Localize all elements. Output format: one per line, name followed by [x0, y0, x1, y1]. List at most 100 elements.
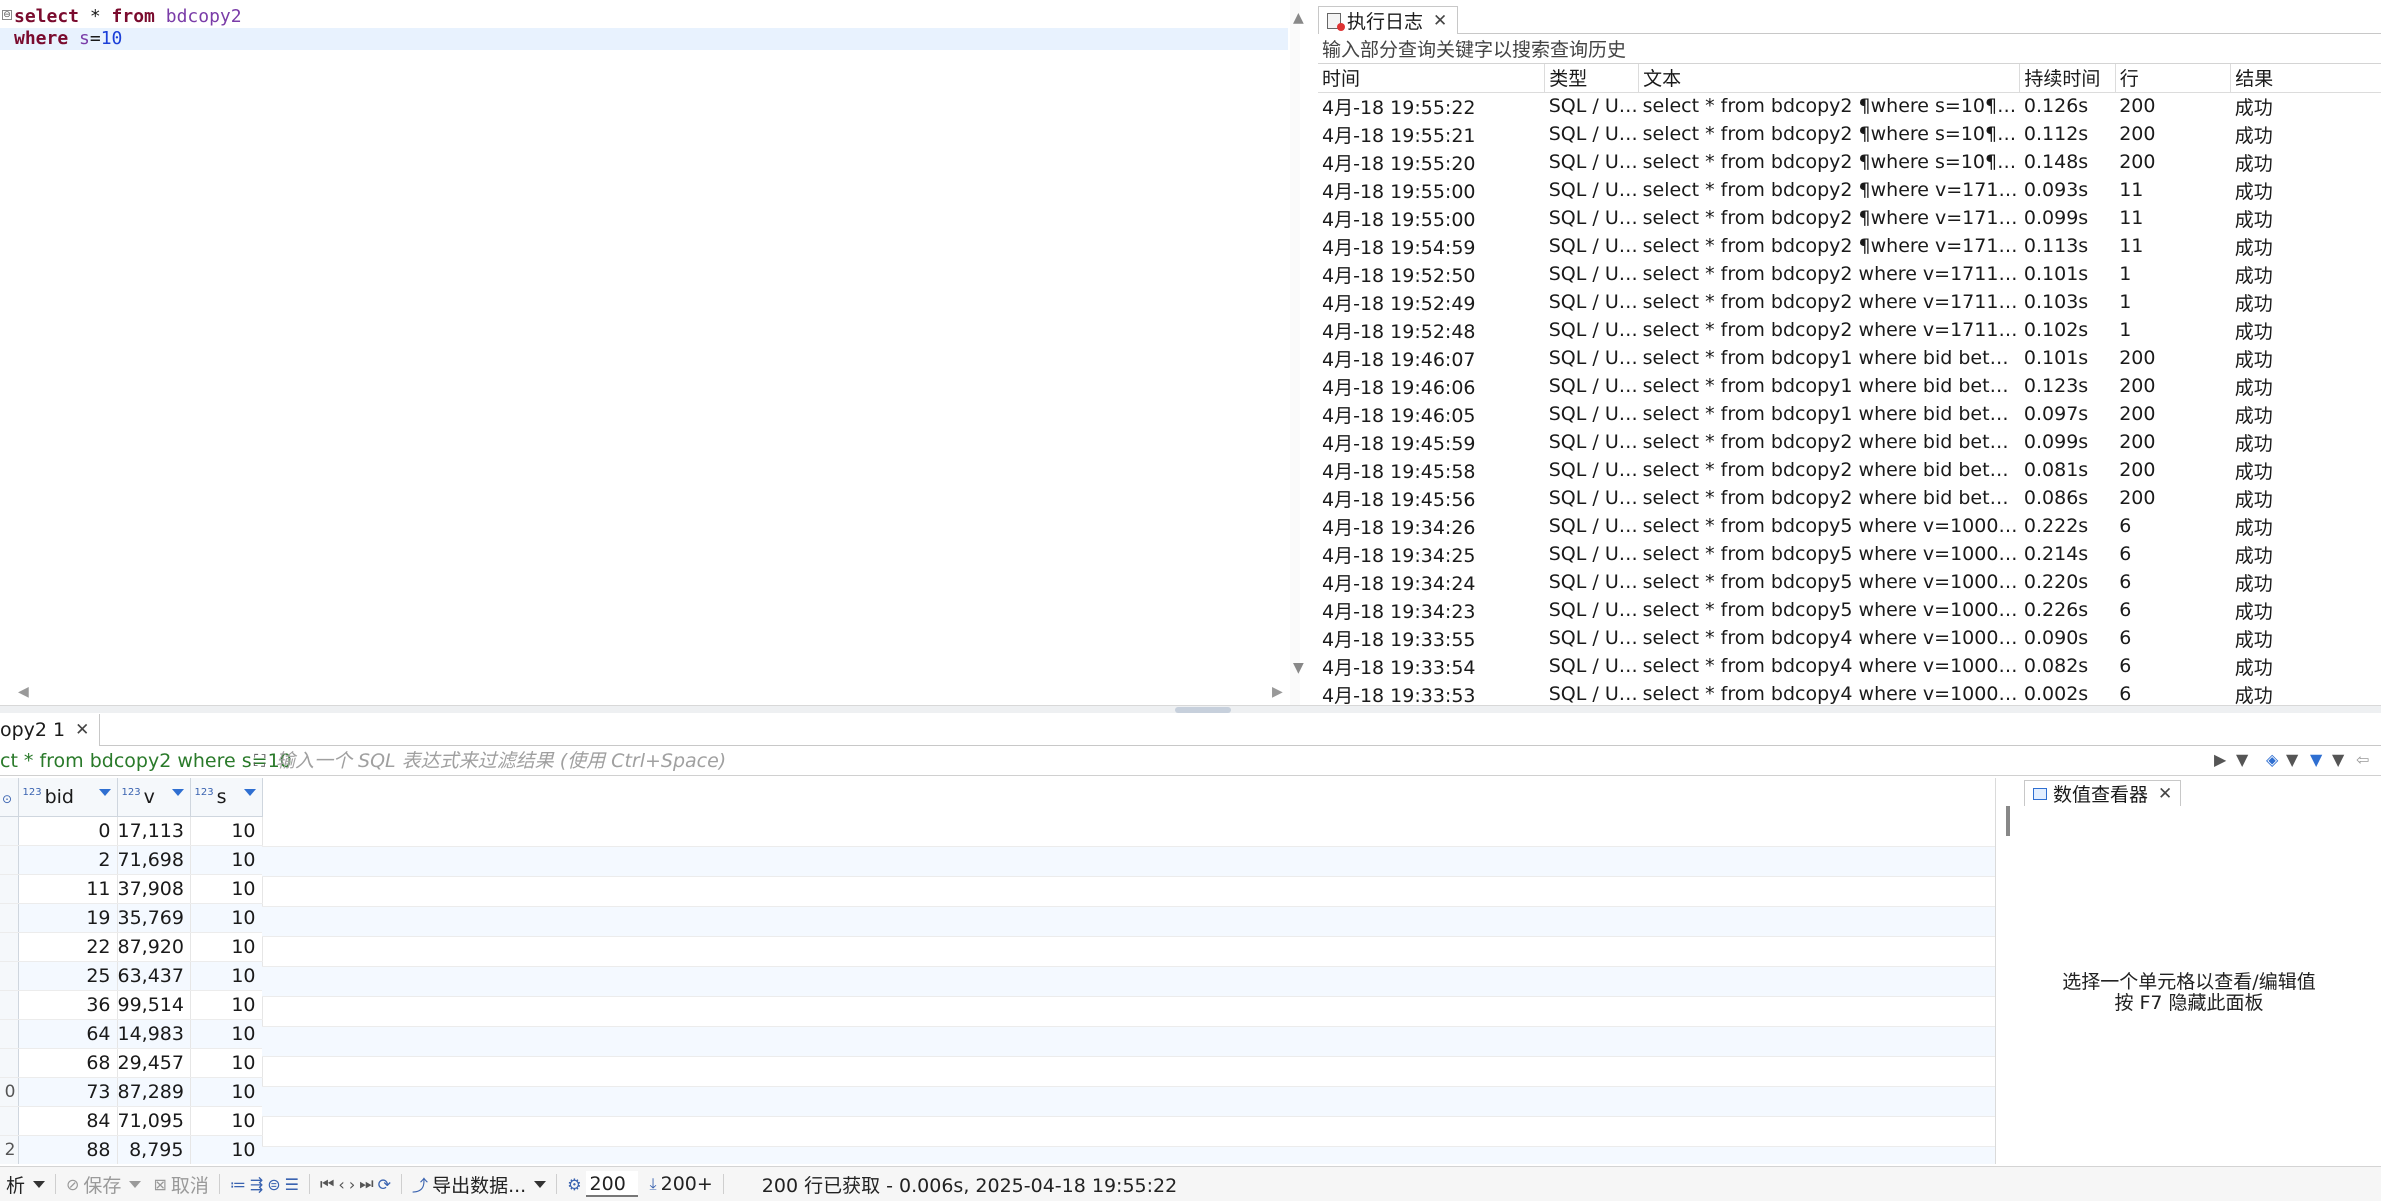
cell-v[interactable]: 37,908	[117, 874, 191, 904]
log-cell-result[interactable]: 成功	[2231, 316, 2381, 344]
log-cell-time[interactable]: 4月-18 19:34:25	[1318, 540, 1545, 568]
log-cell-duration[interactable]: 0.222s	[2020, 512, 2115, 540]
cell-s[interactable]: 10	[190, 816, 263, 846]
editor-line-1[interactable]: select * from bdcopy2	[14, 6, 242, 28]
log-row[interactable]: 4月-18 19:52:50 SQL / Us... select * from b…	[1318, 260, 2381, 288]
column-header-result[interactable]: 结果	[2230, 64, 2381, 93]
log-cell-result[interactable]: 成功	[2231, 148, 2381, 176]
cell-s[interactable]: 10	[190, 903, 263, 933]
log-cell-type[interactable]: SQL / Us...	[1545, 260, 1639, 288]
log-cell-duration[interactable]: 0.148s	[2020, 148, 2115, 176]
log-cell-type[interactable]: SQL / Us...	[1545, 92, 1639, 120]
log-cell-type[interactable]: SQL / Us...	[1545, 680, 1639, 708]
log-cell-time[interactable]: 4月-18 19:54:59	[1318, 232, 1545, 260]
log-cell-time[interactable]: 4月-18 19:52:48	[1318, 316, 1545, 344]
previous-icon[interactable]: ‹	[338, 1175, 344, 1194]
log-row[interactable]: 4月-18 19:34:26 SQL / Us... select * from b…	[1318, 512, 2381, 540]
eraser-icon[interactable]: ◈	[2266, 750, 2278, 769]
log-cell-rows[interactable]: 1	[2115, 288, 2231, 316]
row-number[interactable]	[0, 845, 19, 875]
log-cell-duration[interactable]: 0.226s	[2020, 596, 2115, 624]
log-cell-result[interactable]: 成功	[2231, 204, 2381, 232]
log-cell-time[interactable]: 4月-18 19:33:54	[1318, 652, 1545, 680]
table-row[interactable]: 2 71,698 10	[0, 845, 263, 875]
close-icon[interactable]: ✕	[1433, 11, 1447, 31]
cell-v[interactable]: 8,795	[117, 1135, 191, 1164]
log-cell-rows[interactable]: 200	[2115, 344, 2231, 372]
table-row[interactable]: 0 73 87,289 10	[0, 1077, 263, 1107]
log-cell-time[interactable]: 4月-18 19:45:56	[1318, 484, 1545, 512]
cell-s[interactable]: 10	[190, 961, 263, 991]
column-header-rows[interactable]: 行	[2115, 64, 2232, 93]
log-cell-rows[interactable]: 1	[2115, 260, 2231, 288]
log-cell-rows[interactable]: 200	[2115, 456, 2231, 484]
log-cell-text[interactable]: select * from bdcopy2 ¶where s=10¶LIMIT …	[1639, 148, 2020, 176]
log-cell-type[interactable]: SQL / Us...	[1545, 120, 1639, 148]
next-icon[interactable]: ›	[349, 1175, 355, 1194]
log-cell-duration[interactable]: 0.220s	[2020, 568, 2115, 596]
fetch-size-input[interactable]: 200	[585, 1171, 638, 1197]
log-cell-time[interactable]: 4月-18 19:55:21	[1318, 120, 1545, 148]
log-row[interactable]: 4月-18 19:45:58 SQL / Us... select * from b…	[1318, 456, 2381, 484]
log-cell-type[interactable]: SQL / Us...	[1545, 540, 1639, 568]
log-cell-duration[interactable]: 0.126s	[2020, 92, 2115, 120]
log-row[interactable]: 4月-18 19:52:49 SQL / Us... select * from b…	[1318, 288, 2381, 316]
log-cell-text[interactable]: select * from bdcopy5 where v=10000¶LIM.…	[1639, 540, 2020, 568]
row-number[interactable]	[0, 932, 19, 962]
cell-bid[interactable]: 25	[18, 961, 118, 991]
log-cell-duration[interactable]: 0.099s	[2020, 428, 2115, 456]
cell-bid[interactable]: 84	[18, 1106, 118, 1136]
log-cell-text[interactable]: select * from bdcopy2 where bid between …	[1639, 428, 2020, 456]
save-button[interactable]: ⊘ 保存	[60, 1167, 147, 1201]
log-cell-text[interactable]: select * from bdcopy4 where v=10000¶LIM.…	[1639, 624, 2020, 652]
log-cell-duration[interactable]: 0.081s	[2020, 456, 2115, 484]
log-cell-result[interactable]: 成功	[2231, 596, 2381, 624]
table-row[interactable]: 64 14,983 10	[0, 1019, 263, 1049]
log-row[interactable]: 4月-18 19:55:21 SQL / Us... select * from b…	[1318, 120, 2381, 148]
row-selector-header[interactable]: ⊙	[0, 778, 19, 817]
log-cell-text[interactable]: select * from bdcopy5 where v=10000¶LIM.…	[1639, 596, 2020, 624]
log-cell-duration[interactable]: 0.099s	[2020, 204, 2115, 232]
expand-icon[interactable]: ⛶	[254, 751, 265, 771]
log-cell-duration[interactable]: 0.101s	[2020, 344, 2115, 372]
log-cell-rows[interactable]: 11	[2115, 204, 2231, 232]
log-cell-text[interactable]: select * from bdcopy2 where v=17113 and …	[1639, 288, 2020, 316]
scroll-right-icon[interactable]: ▶	[1272, 684, 1283, 700]
log-cell-text[interactable]: select * from bdcopy2 ¶where v=17113 ¶LI…	[1639, 232, 2020, 260]
log-cell-result[interactable]: 成功	[2231, 344, 2381, 372]
log-cell-duration[interactable]: 0.093s	[2020, 176, 2115, 204]
cell-v[interactable]: 17,113	[117, 816, 191, 846]
log-cell-text[interactable]: select * from bdcopy2 ¶where s=10¶LIMIT …	[1639, 120, 2020, 148]
log-cell-time[interactable]: 4月-18 19:45:59	[1318, 428, 1545, 456]
log-cell-type[interactable]: SQL / Us...	[1545, 288, 1639, 316]
log-cell-text[interactable]: select * from bdcopy5 where v=10000¶LIM.…	[1639, 568, 2020, 596]
editor-horizontal-scrollbar[interactable]: ◀ ▶	[0, 682, 1290, 704]
log-cell-time[interactable]: 4月-18 19:55:00	[1318, 204, 1545, 232]
cell-bid[interactable]: 0	[18, 816, 118, 846]
cell-bid[interactable]: 2	[18, 845, 118, 875]
cell-v[interactable]: 29,457	[117, 1048, 191, 1078]
log-row[interactable]: 4月-18 19:46:07 SQL / Us... select * from b…	[1318, 344, 2381, 372]
column-header-duration[interactable]: 持续时间	[2019, 64, 2116, 93]
row-number[interactable]	[0, 961, 19, 991]
close-icon[interactable]: ✕	[75, 720, 89, 740]
log-cell-rows[interactable]: 6	[2115, 512, 2231, 540]
filter-dropdown-icon[interactable]: ▼	[2236, 750, 2248, 769]
log-cell-duration[interactable]: 0.113s	[2020, 232, 2115, 260]
log-cell-type[interactable]: SQL / Us...	[1545, 176, 1639, 204]
tab-results[interactable]: opy2 1 ✕	[0, 714, 101, 746]
cell-s[interactable]: 10	[190, 845, 263, 875]
log-cell-type[interactable]: SQL / Us...	[1545, 456, 1639, 484]
log-cell-result[interactable]: 成功	[2231, 288, 2381, 316]
log-cell-rows[interactable]: 11	[2115, 232, 2231, 260]
column-header-time[interactable]: 时间	[1318, 64, 1546, 93]
cell-bid[interactable]: 73	[18, 1077, 118, 1107]
editor-line-2-current[interactable]: where s=10	[0, 28, 1288, 50]
log-cell-result[interactable]: 成功	[2231, 624, 2381, 652]
row-number[interactable]: 2	[0, 1135, 19, 1164]
log-cell-text[interactable]: select * from bdcopy2 ¶where v=17113 ¶LI…	[1639, 176, 2020, 204]
log-cell-type[interactable]: SQL / Us...	[1545, 512, 1639, 540]
copy-row-icon[interactable]: ⊜	[267, 1175, 280, 1194]
log-cell-duration[interactable]: 0.103s	[2020, 288, 2115, 316]
log-cell-duration[interactable]: 0.123s	[2020, 372, 2115, 400]
